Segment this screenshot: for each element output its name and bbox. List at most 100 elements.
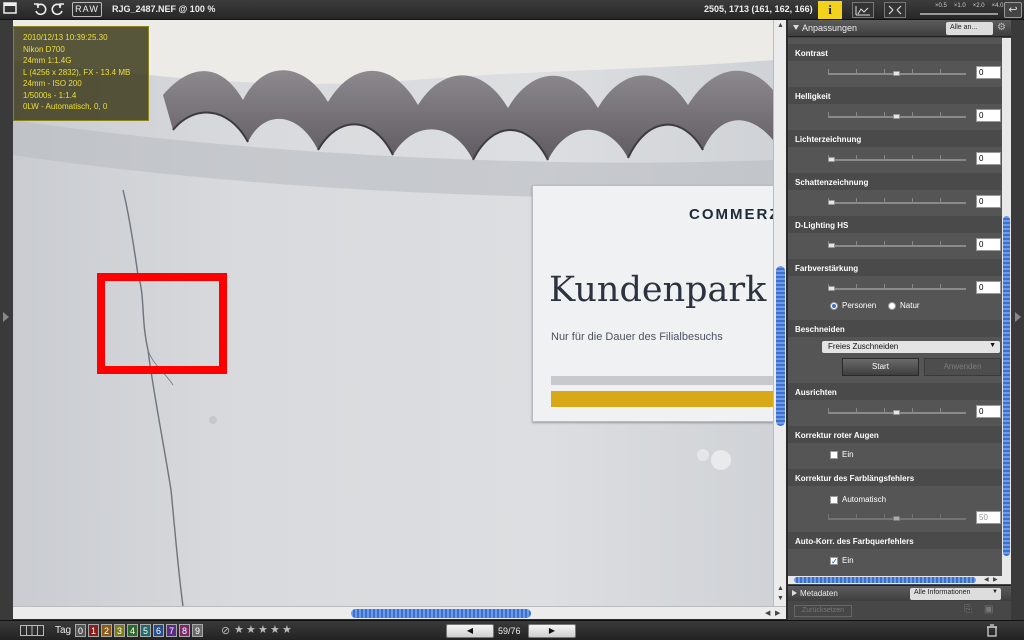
checkbox-icon[interactable] <box>830 450 838 459</box>
tag-button-7[interactable]: 7 <box>166 624 177 637</box>
checkbox-checked-icon[interactable]: ✓ <box>830 556 838 565</box>
expand-icon[interactable] <box>792 590 797 596</box>
tag-button-9[interactable]: 9 <box>192 624 203 637</box>
star-icon[interactable]: ★ <box>234 623 244 636</box>
radio-icon[interactable] <box>888 301 896 310</box>
adjustments-header[interactable]: Anpassungen Alle an... ⚙ <box>788 20 1011 37</box>
farbverstaerkung-value[interactable]: 0 <box>976 281 1001 294</box>
star-icon[interactable]: ★ <box>246 623 256 636</box>
panel-vertical-thumb[interactable] <box>1003 216 1010 556</box>
slider-knob[interactable] <box>893 410 900 415</box>
trash-icon[interactable] <box>986 624 998 637</box>
right-panel-toggle[interactable] <box>1011 20 1024 620</box>
schatten-value[interactable]: 0 <box>976 195 1001 208</box>
metadata-header[interactable]: Metadaten Alle Informationen ▼ <box>788 585 1011 601</box>
kontrast-slider[interactable] <box>828 69 966 76</box>
slider-knob[interactable] <box>828 157 835 162</box>
rotate-left-icon[interactable] <box>32 2 48 18</box>
tag-button-6[interactable]: 6 <box>153 624 164 637</box>
copy-settings-icon[interactable]: ⎘ <box>964 604 976 616</box>
adjustments-mode-select[interactable]: Alle an... <box>946 22 993 35</box>
photo-viewer[interactable]: 2010/12/13 10:39:25.30 Nikon D700 24mm 1… <box>13 20 773 606</box>
fit-screen-icon[interactable] <box>884 2 906 18</box>
photo-horizontal-scrollbar[interactable]: ◀ ▶ <box>13 606 786 619</box>
no-rating-icon[interactable]: ⊘ <box>221 624 230 637</box>
scroll-left-icon[interactable]: ◀ <box>765 609 770 617</box>
save-icon[interactable]: ▣ <box>984 604 996 616</box>
vertical-scroll-thumb[interactable] <box>776 266 785 426</box>
next-image-button[interactable]: ▶ <box>528 624 576 638</box>
radio-personen[interactable]: Personen <box>830 301 876 310</box>
slider-knob[interactable] <box>893 516 900 521</box>
previous-image-button[interactable]: ◀ <box>446 624 494 638</box>
radio-natur[interactable]: Natur <box>888 301 920 310</box>
slider-knob[interactable] <box>828 243 835 248</box>
checkbox-icon[interactable] <box>830 495 838 504</box>
slider-knob[interactable] <box>893 114 900 119</box>
zoom-label[interactable]: ×2.0 <box>973 3 985 9</box>
zoom-label[interactable]: ×4.0 <box>992 3 1004 9</box>
rotate-right-icon[interactable] <box>50 2 66 18</box>
dlighting-value[interactable]: 0 <box>976 238 1001 251</box>
crop-apply-button[interactable]: Anwenden <box>924 358 1001 376</box>
scroll-down-icon[interactable]: ▼ <box>777 595 784 602</box>
section-title-dlighting: D-Lighting HS <box>788 216 1002 233</box>
tag-button-5[interactable]: 5 <box>140 624 151 637</box>
left-panel-toggle[interactable] <box>0 20 13 620</box>
tag-button-8[interactable]: 8 <box>179 624 190 637</box>
farblaengs-checkbox[interactable]: Automatisch <box>830 495 886 504</box>
scroll-up-icon[interactable]: ▲ <box>777 22 784 29</box>
ausrichten-slider[interactable] <box>828 408 966 415</box>
horizontal-scroll-thumb[interactable] <box>351 609 531 618</box>
schatten-slider[interactable] <box>828 198 966 205</box>
kontrast-value[interactable]: 0 <box>976 66 1001 79</box>
zoom-label[interactable]: ×0.5 <box>935 3 947 9</box>
helligkeit-value[interactable]: 0 <box>976 109 1001 122</box>
sign-title: Kundenpark <box>549 270 767 310</box>
star-icon[interactable]: ★ <box>258 623 268 636</box>
radio-selected-icon[interactable] <box>830 301 838 310</box>
ausrichten-value[interactable]: 0 <box>976 405 1001 418</box>
histogram-icon[interactable] <box>852 2 874 18</box>
filmstrip-icon[interactable] <box>20 625 44 636</box>
tag-button-0[interactable]: 0 <box>75 624 86 637</box>
crop-mode-select[interactable]: Freies Zuschneiden ▼ <box>822 341 1000 353</box>
star-icon[interactable]: ★ <box>282 623 292 636</box>
zoom-label[interactable]: ×1.0 <box>954 3 966 9</box>
panel-vertical-scrollbar[interactable] <box>1002 38 1011 576</box>
info-button[interactable]: i <box>818 1 842 19</box>
tag-button-1[interactable]: 1 <box>88 624 99 637</box>
metadata-select[interactable]: Alle Informationen ▼ <box>910 588 1001 600</box>
farblaengs-value[interactable]: 50 <box>976 511 1001 524</box>
raw-button[interactable]: RAW <box>72 2 102 17</box>
scroll-right-icon[interactable]: ▶ <box>775 609 780 617</box>
tag-button-3[interactable]: 3 <box>114 624 125 637</box>
panel-horizontal-thumb[interactable] <box>794 577 976 583</box>
rote-augen-checkbox[interactable]: Ein <box>830 450 854 459</box>
tag-button-4[interactable]: 4 <box>127 624 138 637</box>
scroll-right-icon[interactable]: ▶ <box>993 576 998 583</box>
slider-knob[interactable] <box>893 71 900 76</box>
star-icon[interactable]: ★ <box>270 623 280 636</box>
browser-view-icon[interactable] <box>2 2 18 18</box>
scroll-left-icon[interactable]: ◀ <box>984 576 989 583</box>
dlighting-slider[interactable] <box>828 241 966 248</box>
farbquer-checkbox[interactable]: ✓ Ein <box>830 556 854 565</box>
zoom-slider[interactable] <box>920 13 998 15</box>
crop-start-button[interactable]: Start <box>842 358 919 376</box>
farblaengs-slider[interactable] <box>828 514 966 521</box>
slider-knob[interactable] <box>828 286 835 291</box>
settings-gear-icon[interactable]: ⚙ <box>997 22 1009 34</box>
farbverstaerkung-slider[interactable] <box>828 284 966 291</box>
scroll-up-icon[interactable]: ▲ <box>777 585 784 592</box>
lichter-slider[interactable] <box>828 155 966 162</box>
helligkeit-slider[interactable] <box>828 112 966 119</box>
lichter-value[interactable]: 0 <box>976 152 1001 165</box>
tag-button-2[interactable]: 2 <box>101 624 112 637</box>
slider-knob[interactable] <box>828 200 835 205</box>
panel-horizontal-scrollbar[interactable]: ◀ ▶ <box>788 576 1011 584</box>
reset-button[interactable]: Zurücksetzen <box>794 605 852 617</box>
back-icon[interactable]: ↩ <box>1004 2 1022 18</box>
collapse-icon[interactable] <box>793 25 799 30</box>
photo-vertical-scrollbar[interactable]: ▲ ▲ ▼ <box>773 20 786 606</box>
